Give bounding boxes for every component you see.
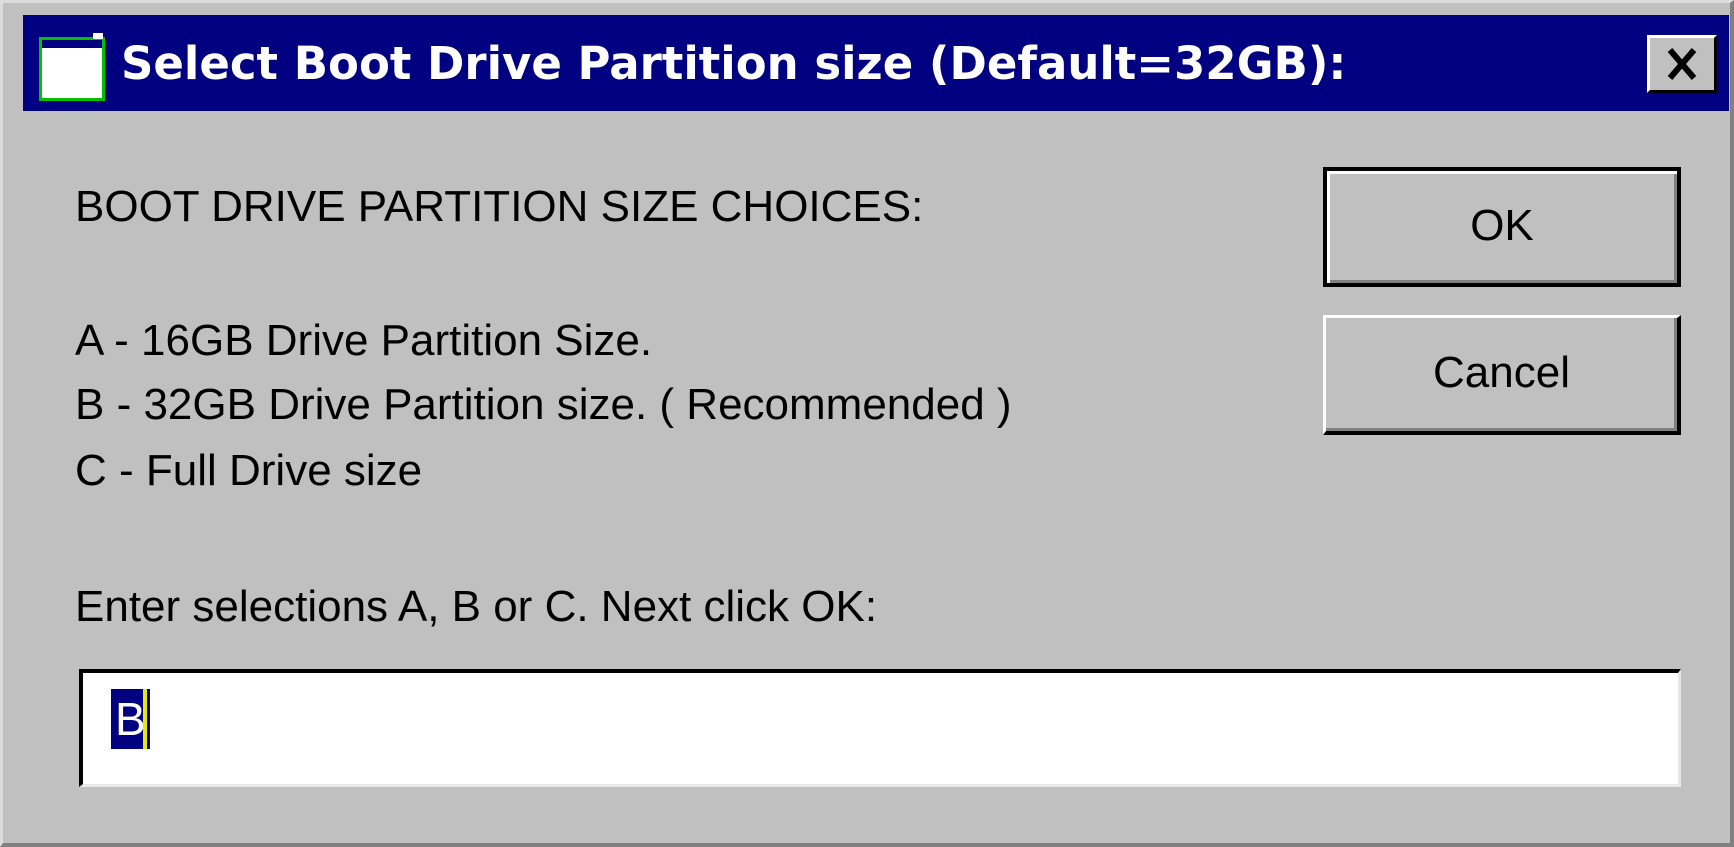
option-a-label: A - 16GB Drive Partition Size. (75, 316, 653, 365)
option-c-label: C - Full Drive size (75, 446, 423, 495)
title-bar[interactable]: Select Boot Drive Partition size (Defaul… (23, 15, 1729, 111)
option-b-label: B - 32GB Drive Partition size. ( Recomme… (75, 380, 1012, 429)
choices-heading: BOOT DRIVE PARTITION SIZE CHOICES: (75, 182, 924, 231)
selection-prompt: Enter selections A, B or C. Next click O… (75, 582, 878, 631)
ok-button[interactable]: OK (1323, 167, 1681, 287)
close-button[interactable] (1647, 35, 1717, 93)
cancel-button[interactable]: Cancel (1323, 315, 1681, 435)
window-title: Select Boot Drive Partition size (Defaul… (121, 37, 1347, 90)
window-app-icon (39, 33, 105, 101)
close-x-icon (1667, 48, 1697, 80)
selection-input[interactable]: B (79, 669, 1681, 787)
text-caret (143, 689, 147, 749)
input-dialog: Select Boot Drive Partition size (Defaul… (0, 0, 1734, 847)
